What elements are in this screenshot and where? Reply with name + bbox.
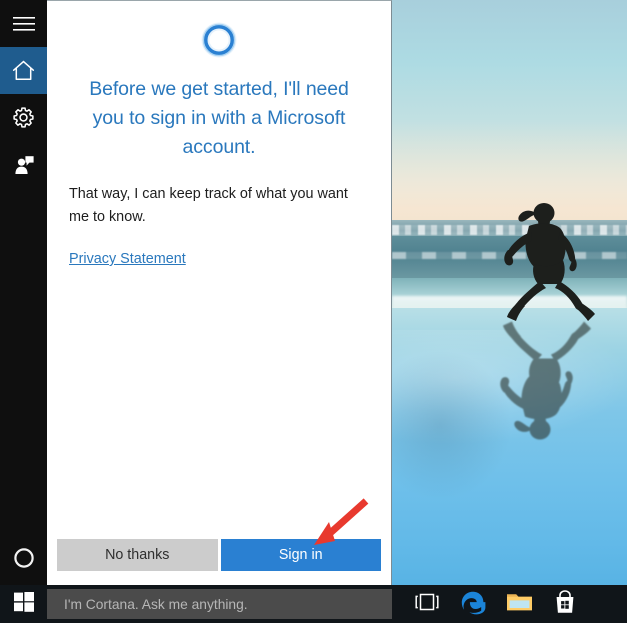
edge-icon (460, 589, 486, 620)
runner-reflection (470, 318, 600, 450)
cortana-left-rail (0, 0, 47, 585)
taskbar-item-microsoft-store[interactable] (542, 585, 588, 623)
taskbar: I'm Cortana. Ask me anything. (0, 585, 627, 623)
task-view-icon (415, 593, 439, 616)
windows-logo-icon (13, 591, 34, 617)
start-button[interactable] (0, 585, 47, 623)
taskbar-item-file-explorer[interactable] (496, 585, 542, 623)
taskbar-item-task-view[interactable] (404, 585, 450, 623)
cortana-window: Before we get started, I'll need you to … (0, 0, 627, 585)
gear-icon (12, 106, 35, 129)
taskbar-item-microsoft-edge[interactable] (450, 585, 496, 623)
content-inner: Before we get started, I'll need you to … (47, 1, 391, 585)
sidebar-item-home[interactable] (0, 47, 47, 94)
folder-icon (506, 591, 533, 618)
sidebar-item-settings[interactable] (0, 94, 47, 141)
action-buttons: No thanks Sign in (47, 539, 391, 585)
search-placeholder-text: I'm Cortana. Ask me anything. (64, 596, 248, 612)
runner-silhouette (474, 196, 604, 321)
privacy-statement-link[interactable]: Privacy Statement (69, 249, 186, 269)
hamburger-icon (12, 16, 35, 32)
sign-in-button[interactable]: Sign in (220, 539, 381, 571)
no-thanks-button[interactable]: No thanks (57, 539, 218, 571)
cortana-content-panel: Before we get started, I'll need you to … (47, 0, 392, 585)
store-bag-icon (554, 589, 576, 619)
taskbar-tray (404, 585, 588, 623)
hero-photo (392, 0, 627, 585)
home-icon (12, 60, 35, 81)
cortana-circle-icon (12, 546, 36, 570)
sidebar-item-feedback[interactable] (0, 141, 47, 188)
cortana-ring-icon (198, 19, 240, 66)
feedback-person-icon (13, 154, 35, 176)
rail-spacer (0, 188, 47, 530)
sidebar-item-cortana-circle[interactable] (0, 530, 47, 585)
cortana-screen: Before we get started, I'll need you to … (0, 0, 627, 623)
body-text: That way, I can keep track of what you w… (69, 186, 348, 225)
cortana-logo (69, 19, 369, 66)
sidebar-item-hamburger-menu[interactable] (0, 0, 47, 47)
cortana-search-input[interactable]: I'm Cortana. Ask me anything. (47, 589, 392, 619)
page-title: Before we get started, I'll need you to … (89, 78, 349, 158)
